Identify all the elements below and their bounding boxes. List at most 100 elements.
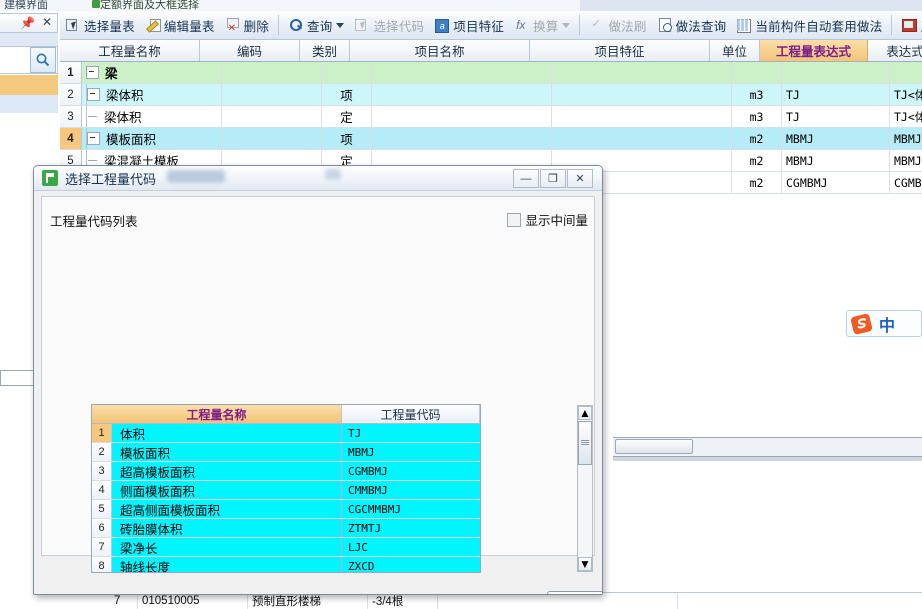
- cell-category[interactable]: [322, 62, 372, 83]
- tab-label-2[interactable]: 定额界面及大框选择: [100, 0, 199, 11]
- toolbar-project-feature[interactable]: a 项目特征: [429, 11, 509, 39]
- code-row-code[interactable]: TJ: [342, 424, 480, 442]
- cell-expression-desc[interactable]: [890, 62, 922, 83]
- cell-expression[interactable]: [782, 62, 890, 83]
- cell-expression[interactable]: TJ: [782, 106, 890, 127]
- toolbar-delete[interactable]: ✕ 删除: [220, 11, 274, 39]
- cell-project-feature[interactable]: [552, 106, 732, 127]
- cell-unit[interactable]: [732, 62, 782, 83]
- grid-column-header[interactable]: 类别: [300, 40, 350, 61]
- cell-expression[interactable]: CGMBMJ: [782, 172, 890, 193]
- table-row[interactable]: 2 梁体积 项 m3TJTJ<体积: [60, 84, 922, 106]
- grid-column-header[interactable]: 项目特征: [530, 40, 710, 61]
- code-row-code[interactable]: LJC: [342, 538, 480, 556]
- panel-splitter[interactable]: [613, 457, 922, 461]
- code-row-name[interactable]: 超高模板面积: [112, 462, 342, 480]
- chevron-down-icon[interactable]: [562, 22, 571, 28]
- cell-quantity-name[interactable]: 梁: [82, 62, 222, 83]
- checkbox-box[interactable]: [507, 212, 522, 227]
- cell-expression[interactable]: MBMJ: [782, 150, 890, 171]
- ime-indicator[interactable]: 中: [846, 310, 922, 337]
- cell-unit[interactable]: m2: [732, 150, 782, 171]
- code-column-header[interactable]: 工程量名称: [92, 405, 342, 423]
- dock-highlight-row[interactable]: [0, 75, 58, 96]
- code-row-code[interactable]: CGCMMBMJ: [342, 500, 480, 518]
- code-row-code[interactable]: ZXCD: [342, 557, 480, 572]
- toolbar-method-query[interactable]: 做法查询: [652, 11, 732, 39]
- grid-column-header[interactable]: 项目名称: [350, 40, 530, 61]
- row-number[interactable]: 2: [60, 84, 82, 105]
- show-intermediate-checkbox[interactable]: 显示中间量: [507, 210, 588, 229]
- code-row-code[interactable]: ZTMTJ: [342, 519, 480, 537]
- bottom-grid-cell[interactable]: 7: [110, 593, 138, 609]
- code-row-name[interactable]: 超高侧面模板面积: [112, 500, 342, 518]
- toolbar-auto-apply[interactable]: 当前构件自动套用做法: [731, 11, 887, 39]
- collapse-icon[interactable]: [87, 88, 100, 101]
- code-list-item[interactable]: 5 超高侧面模板面积 CGCMMBMJ: [92, 500, 480, 519]
- toolbar-select-code[interactable]: 选择代码: [349, 11, 429, 39]
- toolbar-method-brush[interactable]: ✓ 做法刷: [584, 11, 651, 39]
- scrollbar-thumb[interactable]: [578, 421, 592, 465]
- code-list-item[interactable]: 6 砖胎膜体积 ZTMTJ: [92, 519, 480, 538]
- pin-icon[interactable]: 📌: [20, 17, 35, 29]
- code-row-code[interactable]: MBMJ: [342, 443, 480, 461]
- bottom-grid-cell[interactable]: 预制直形楼梯: [248, 593, 368, 609]
- cell-category[interactable]: 项: [322, 128, 372, 149]
- maximize-icon[interactable]: ❐: [540, 169, 566, 188]
- toolbar-hardware-manual[interactable]: 五金手册: [896, 11, 922, 39]
- code-list-item[interactable]: 8 轴线长度 ZXCD: [92, 557, 480, 572]
- bottom-grid-cell[interactable]: 010510005: [138, 593, 248, 609]
- code-row-name[interactable]: 轴线长度: [112, 557, 342, 572]
- cell-code[interactable]: [222, 128, 322, 149]
- ime-mode-label[interactable]: 中: [879, 312, 895, 336]
- scroll-down-icon[interactable]: ▼: [578, 557, 592, 571]
- cell-expression[interactable]: TJ: [782, 84, 890, 105]
- cell-expression-desc[interactable]: TJ<体积: [890, 84, 922, 105]
- select-button[interactable]: 选择: [547, 591, 602, 594]
- cell-expression-desc[interactable]: MBMJ<模: [890, 150, 922, 171]
- code-row-name[interactable]: 侧面模板面积: [112, 481, 342, 499]
- cell-expression[interactable]: MBMJ: [782, 128, 890, 149]
- close-icon[interactable]: ✕: [567, 169, 593, 188]
- cell-code[interactable]: [222, 62, 322, 83]
- dock-lower-field[interactable]: [0, 370, 36, 386]
- cell-code[interactable]: [222, 106, 322, 127]
- grid-column-header[interactable]: 工程量表达式: [760, 40, 868, 61]
- grid-column-header[interactable]: 工程量名称: [60, 40, 200, 61]
- code-list-item[interactable]: 1 体积 TJ: [92, 424, 480, 443]
- cell-expression-desc[interactable]: TJ<体积: [890, 106, 922, 127]
- close-icon[interactable]: ✕: [42, 16, 52, 28]
- cell-project-name[interactable]: [372, 128, 552, 149]
- toolbar-query[interactable]: 查询: [283, 11, 349, 39]
- cell-expression-desc[interactable]: CGMBMJ< >: [890, 172, 922, 193]
- code-list-item[interactable]: 7 梁净长 LJC: [92, 538, 480, 557]
- cell-unit[interactable]: m2: [732, 128, 782, 149]
- code-row-name[interactable]: 体积: [112, 424, 342, 442]
- row-number[interactable]: 4: [60, 128, 82, 149]
- toolbar-edit-table[interactable]: 编辑量表: [140, 11, 220, 39]
- row-number[interactable]: 3: [60, 106, 82, 127]
- code-row-name[interactable]: 模板面积: [112, 443, 342, 461]
- cell-project-feature[interactable]: [552, 62, 732, 83]
- chevron-down-icon[interactable]: [336, 22, 345, 28]
- code-list-scrollbar[interactable]: ▲ ▼: [577, 405, 593, 572]
- cell-unit[interactable]: m2: [732, 172, 782, 193]
- cell-expression-desc[interactable]: MBMJ<模: [890, 128, 922, 149]
- code-list-item[interactable]: 2 模板面积 MBMJ: [92, 443, 480, 462]
- code-row-code[interactable]: CMMBMJ: [342, 481, 480, 499]
- grid-column-header[interactable]: 编码: [200, 40, 300, 61]
- cell-project-name[interactable]: [372, 84, 552, 105]
- code-list-item[interactable]: 4 侧面模板面积 CMMBMJ: [92, 481, 480, 500]
- tab-label-1[interactable]: 建模界面: [4, 0, 48, 11]
- code-row-code[interactable]: CGMBMJ: [342, 462, 480, 480]
- grid-column-header[interactable]: 单位: [710, 40, 760, 61]
- dock-selected-row[interactable]: [0, 95, 58, 114]
- minimize-icon[interactable]: —: [513, 169, 539, 188]
- toolbar-select-table[interactable]: 选择量表: [60, 11, 140, 39]
- search-icon[interactable]: [30, 47, 56, 73]
- bottom-grid-cell[interactable]: -3/4根: [368, 593, 438, 609]
- scroll-up-icon[interactable]: ▲: [578, 406, 592, 420]
- cell-project-name[interactable]: [372, 62, 552, 83]
- cell-quantity-name[interactable]: 梁体积: [82, 84, 222, 105]
- table-row[interactable]: 3 梁体积 定 m3TJTJ<体积: [60, 106, 922, 128]
